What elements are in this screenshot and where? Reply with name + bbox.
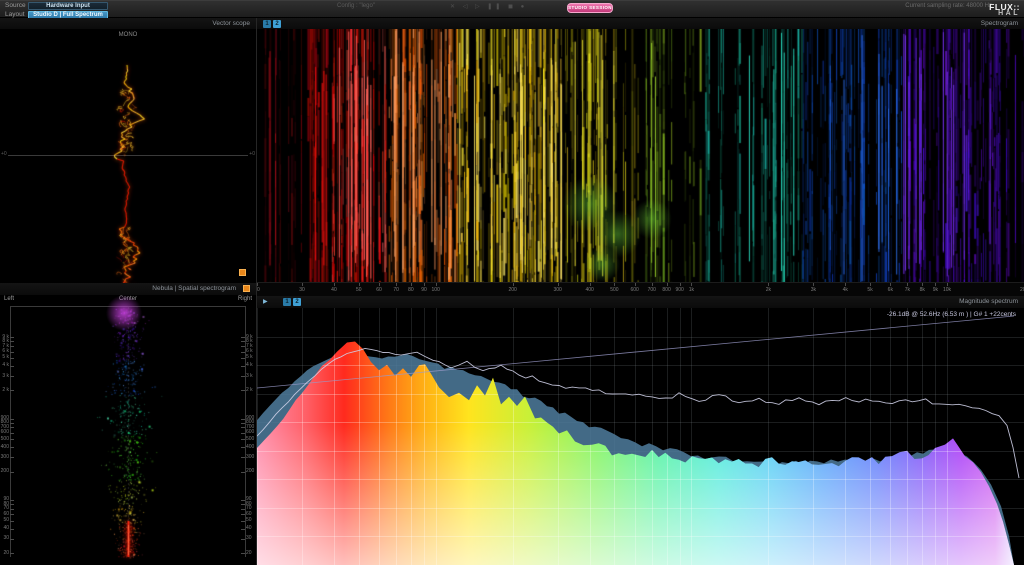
freq-tick <box>813 283 814 286</box>
freq-tick-label: 2k <box>766 287 771 293</box>
freq-tick <box>890 283 891 286</box>
magnitude-spectrum-plot <box>257 308 1024 565</box>
nebula-title: Nebula | Spatial spectrogram <box>152 285 236 292</box>
freq-tick <box>667 283 668 286</box>
freq-tick <box>257 283 258 286</box>
freq-tick <box>513 283 514 286</box>
freq-tick <box>935 283 936 286</box>
vectorscope-display: MONO +0 +0 <box>0 29 256 283</box>
magnitude-title: Magnitude spectrum <box>959 298 1018 305</box>
freq-tick <box>558 283 559 286</box>
freq-tick <box>436 283 437 286</box>
freq-tick <box>635 283 636 286</box>
freq-tick <box>907 283 908 286</box>
hal-logo: HAL <box>998 10 1020 17</box>
freq-tick-label: 70 <box>393 287 399 293</box>
freq-tick <box>845 283 846 286</box>
freq-tick-label: 8k <box>920 287 925 293</box>
transport-icons[interactable]: ✕ ◁ ▷ ❚❚ ◼ ● <box>450 3 527 10</box>
freq-tick-label: 6k <box>888 287 893 293</box>
magnitude-tab-1[interactable]: 1 <box>283 298 291 306</box>
freq-tick-label: 7k <box>905 287 910 293</box>
freq-tick-label: 40 <box>331 287 337 293</box>
freq-tick <box>691 283 692 286</box>
freq-tick-label: 50 <box>356 287 362 293</box>
spectrogram-display <box>257 29 1024 282</box>
spectrogram-title: Spectrogram <box>981 20 1018 27</box>
freq-tick-label: 1k <box>689 287 694 293</box>
freq-tick-label: 100 <box>432 287 440 293</box>
freq-tick-label: 3k <box>811 287 816 293</box>
freq-tick <box>870 283 871 286</box>
spectrogram-tab-2[interactable]: 2 <box>273 20 281 28</box>
freq-tick <box>768 283 769 286</box>
freq-tick <box>379 283 380 286</box>
nebula-display: Left Center Right 9 k9 k8 k8 k7 k7 k6 k6… <box>0 295 256 565</box>
top-toolbar: Source Hardware Input Layout Studio D | … <box>0 0 1024 18</box>
freq-tick-label: 200 <box>508 287 516 293</box>
freq-tick-label: 9k <box>933 287 938 293</box>
spectrogram-image <box>257 29 1024 282</box>
freq-tick-label: 800 <box>662 287 670 293</box>
freq-tick-label: 30 <box>299 287 305 293</box>
freq-tick-label: 400 <box>585 287 593 293</box>
freq-tick-label: 4k <box>843 287 848 293</box>
freq-tick-label: 900 <box>675 287 683 293</box>
freq-tick-label: 80 <box>408 287 414 293</box>
magnitude-display[interactable]: -26.1dB @ 52.6Hz (6.53 m ) | G# 1 +22cen… <box>257 308 1024 565</box>
freq-tick-label: 300 <box>554 287 562 293</box>
freq-tick <box>590 283 591 286</box>
nebula-scatter <box>0 295 256 565</box>
freq-tick-label: 5k <box>867 287 872 293</box>
vectorscope-trace <box>0 29 256 283</box>
freq-tick <box>424 283 425 286</box>
freq-tick-label: 500 <box>610 287 618 293</box>
freq-tick-label: 60 <box>376 287 382 293</box>
studio-session-badge[interactable]: STUDIO SESSION <box>567 3 613 13</box>
freq-tick <box>652 283 653 286</box>
freq-tick-label: 600 <box>630 287 638 293</box>
spectrogram-tab-1[interactable]: 1 <box>263 20 271 28</box>
spectrogram-frequency-axis: 20 30 40 50 60 70 80 90 100 200 300 400 500 600 700 800… <box>257 282 1024 296</box>
freq-tick <box>411 283 412 286</box>
sampling-rate-label: Current sampling rate: 48000 Hz <box>832 3 992 9</box>
freq-tick <box>922 283 923 286</box>
source-selector-button[interactable]: Hardware Input <box>28 2 108 10</box>
config-label: Config : "lego" <box>337 3 375 9</box>
freq-tick <box>334 283 335 286</box>
freq-tick <box>396 283 397 286</box>
freq-tick <box>302 283 303 286</box>
freq-tick-label: 700 <box>648 287 656 293</box>
analyzer-app: Source Hardware Input Layout Studio D | … <box>0 0 1024 565</box>
nebula-overload-indicator[interactable] <box>243 285 250 292</box>
magnitude-tab-2[interactable]: 2 <box>293 298 301 306</box>
freq-tick-label: 10k <box>943 287 951 293</box>
vectorscope-overload-indicator[interactable] <box>239 269 246 276</box>
freq-tick-label: 20 <box>257 287 260 293</box>
freq-tick <box>680 283 681 286</box>
freq-tick <box>947 283 948 286</box>
freq-tick-label: 20k <box>1020 287 1024 293</box>
freq-tick <box>359 283 360 286</box>
cursor-readout: -26.1dB @ 52.6Hz (6.53 m ) | G# 1 +22cen… <box>887 311 1016 318</box>
freq-tick-label: 90 <box>421 287 427 293</box>
vectorscope-title: Vector scope <box>212 20 250 27</box>
freq-tick <box>614 283 615 286</box>
play-icon[interactable]: ▶ <box>263 298 268 305</box>
